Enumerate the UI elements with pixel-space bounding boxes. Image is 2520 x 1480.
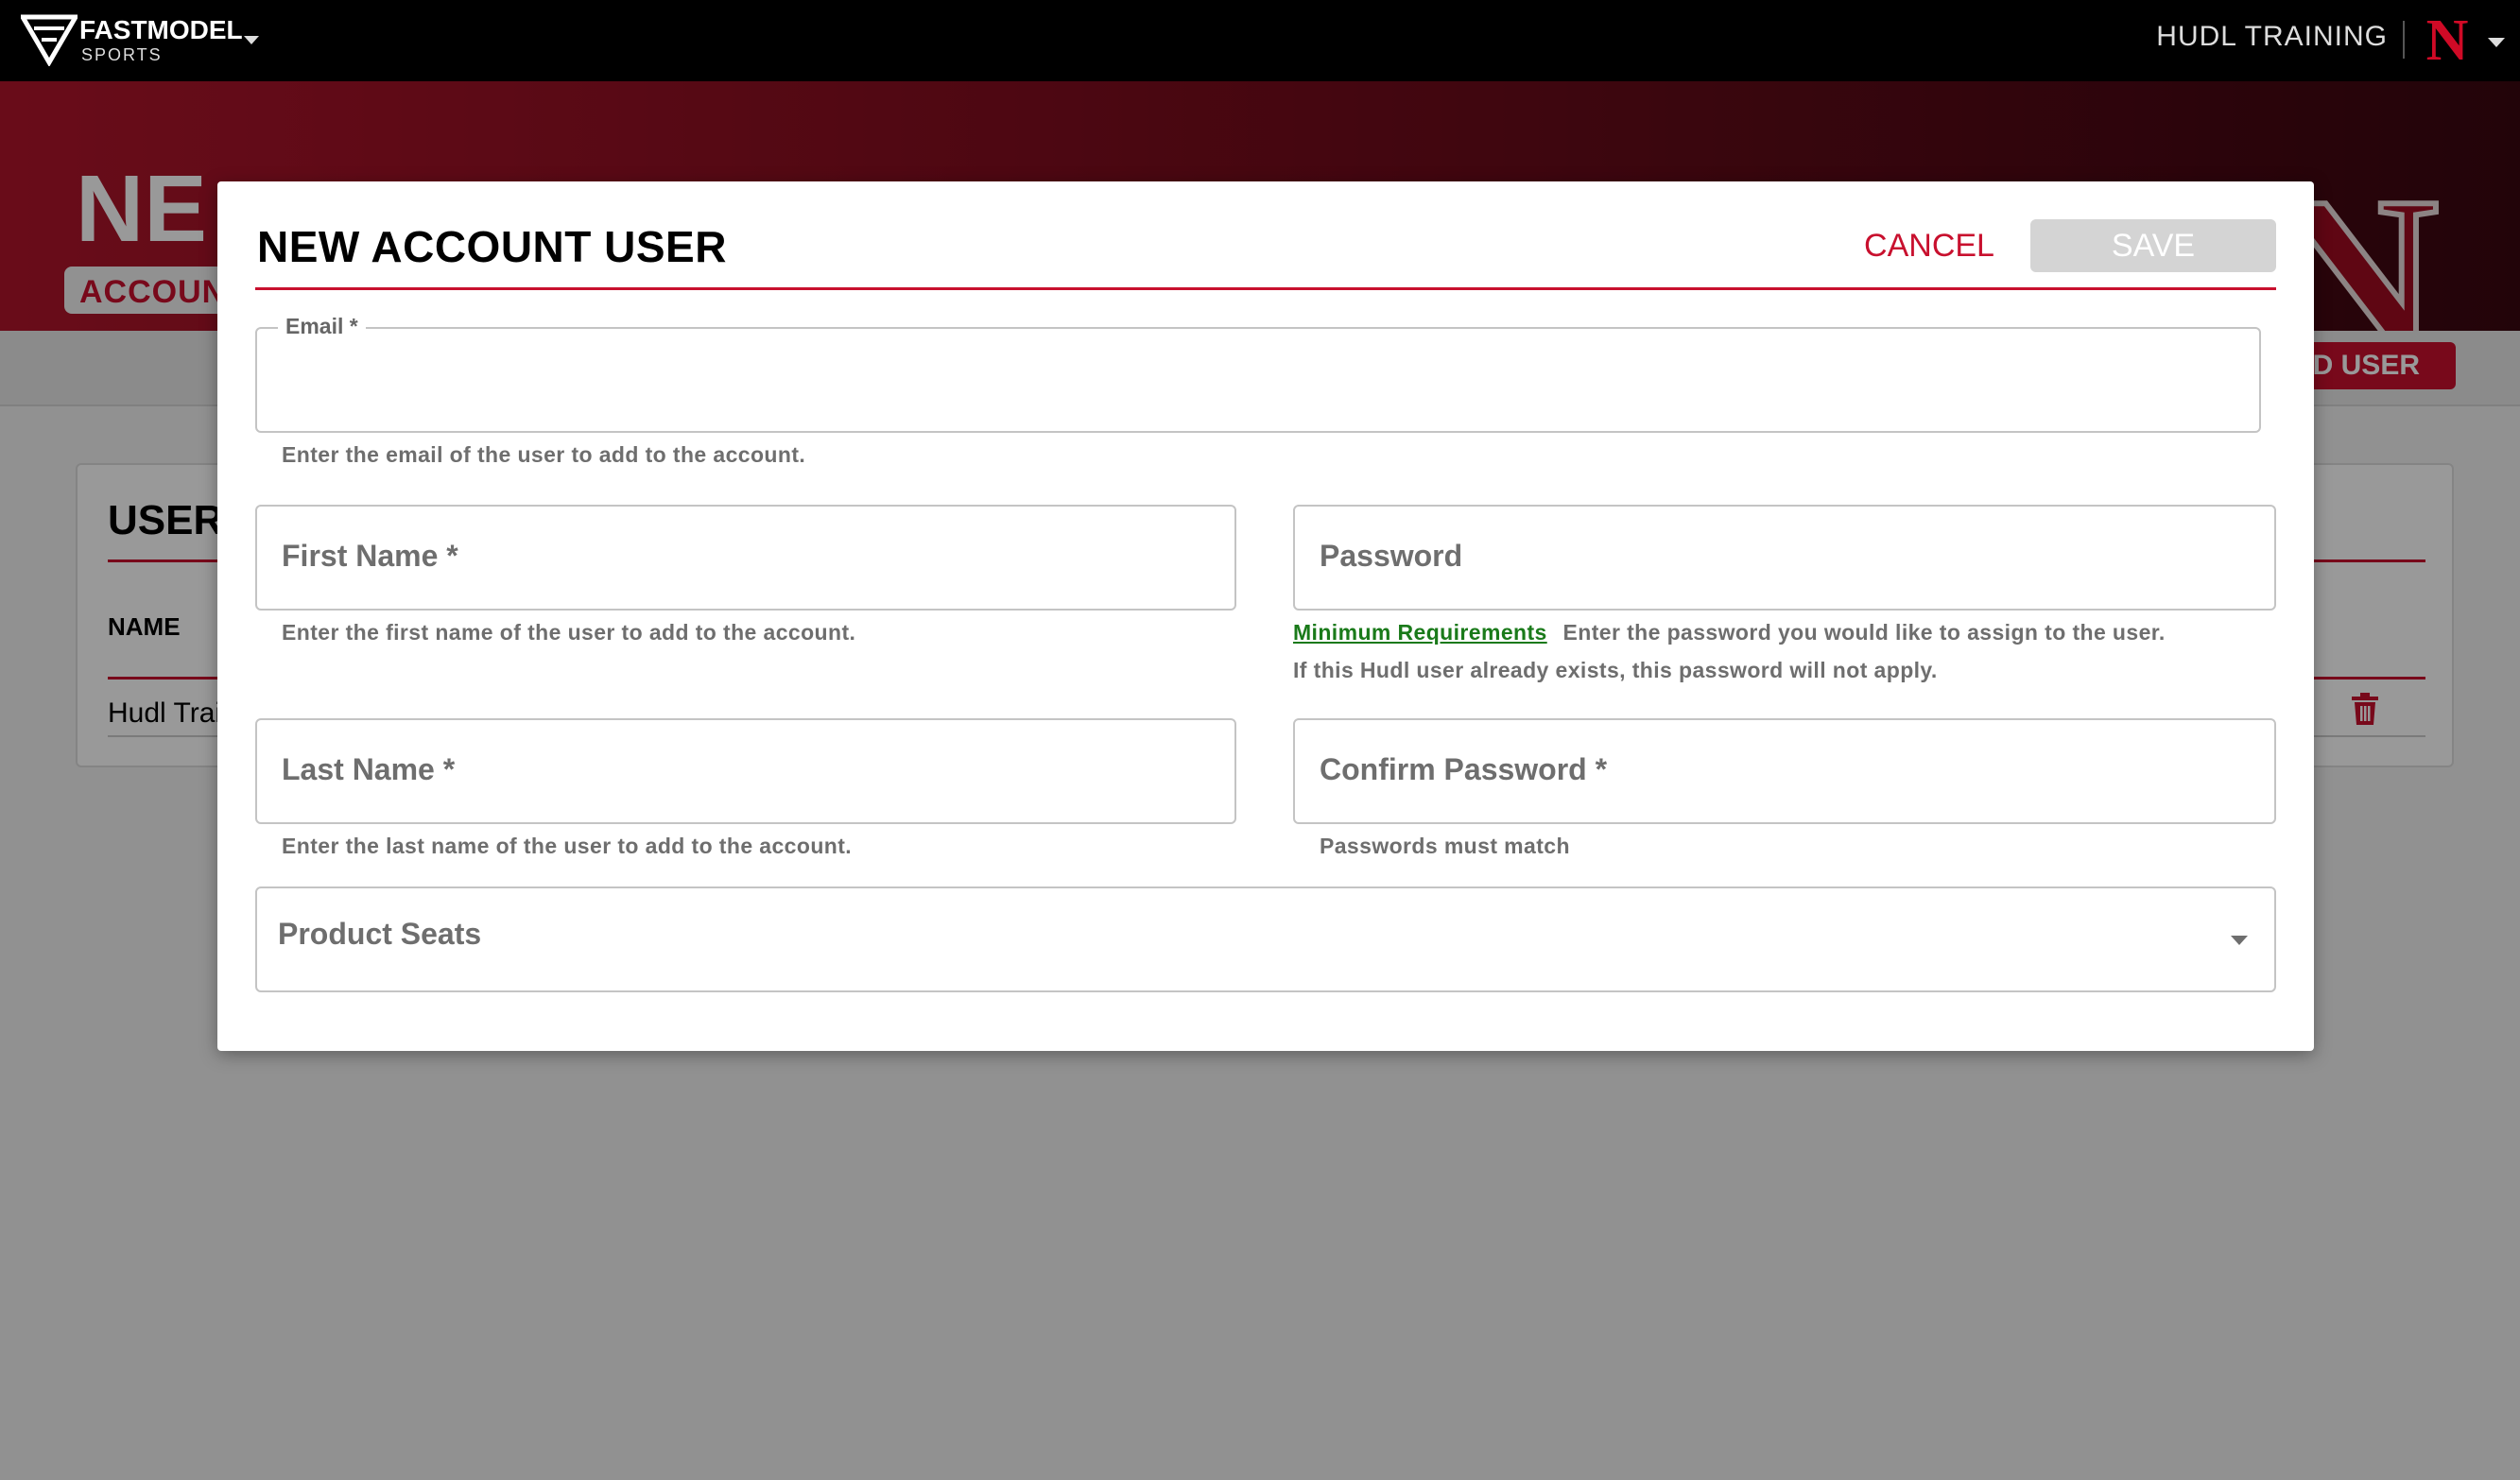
email-input[interactable] xyxy=(257,329,2259,431)
fastmodel-logo-icon xyxy=(21,14,78,66)
password-helper: Enter the password you would like to ass… xyxy=(1562,620,2166,645)
password-helper-line: Minimum Requirements Enter the password … xyxy=(1293,620,2166,645)
confirm-password-input[interactable] xyxy=(1295,720,2274,822)
minimum-requirements-link[interactable]: Minimum Requirements xyxy=(1293,620,1547,645)
product-seats-placeholder: Product Seats xyxy=(278,917,482,951)
new-account-user-dialog: NEW ACCOUNT USER CANCEL SAVE Email * Ent… xyxy=(217,181,2314,1051)
brand-sub: SPORTS xyxy=(81,45,163,64)
dialog-title: NEW ACCOUNT USER xyxy=(257,222,727,271)
last-name-input[interactable] xyxy=(257,720,1234,822)
first-name-input[interactable] xyxy=(257,507,1234,609)
dialog-divider xyxy=(255,287,2276,290)
confirm-password-field[interactable]: Confirm Password * xyxy=(1293,718,2276,824)
first-name-helper: Enter the first name of the user to add … xyxy=(282,620,856,645)
brand-name: FASTMODEL xyxy=(79,15,243,44)
confirm-password-helper: Passwords must match xyxy=(1320,834,1570,858)
first-name-field[interactable]: First Name * xyxy=(255,505,1236,611)
email-field[interactable]: Email * xyxy=(255,314,2261,433)
email-helper: Enter the email of the user to add to th… xyxy=(282,442,806,467)
team-logo-icon[interactable]: N xyxy=(2418,11,2477,70)
nav-divider xyxy=(2403,21,2405,59)
team-name[interactable]: HUDL TRAINING xyxy=(2156,21,2388,53)
cancel-button[interactable]: CANCEL xyxy=(1839,219,2019,272)
chevron-down-icon xyxy=(244,36,259,44)
last-name-field[interactable]: Last Name * xyxy=(255,718,1236,824)
password-field[interactable]: Password xyxy=(1293,505,2276,611)
chevron-down-icon[interactable] xyxy=(2488,38,2505,47)
top-nav: FASTMODEL SPORTS HUDL TRAINING N xyxy=(0,0,2520,81)
last-name-helper: Enter the last name of the user to add t… xyxy=(282,834,853,858)
product-seats-select[interactable]: Product Seats xyxy=(255,886,2276,992)
brand-menu[interactable]: FASTMODEL SPORTS xyxy=(21,9,259,68)
password-input[interactable] xyxy=(1295,507,2274,609)
save-button[interactable]: SAVE xyxy=(2030,219,2276,272)
select-caret-icon xyxy=(2231,936,2248,945)
password-helper-2: If this Hudl user already exists, this p… xyxy=(1293,658,1938,682)
